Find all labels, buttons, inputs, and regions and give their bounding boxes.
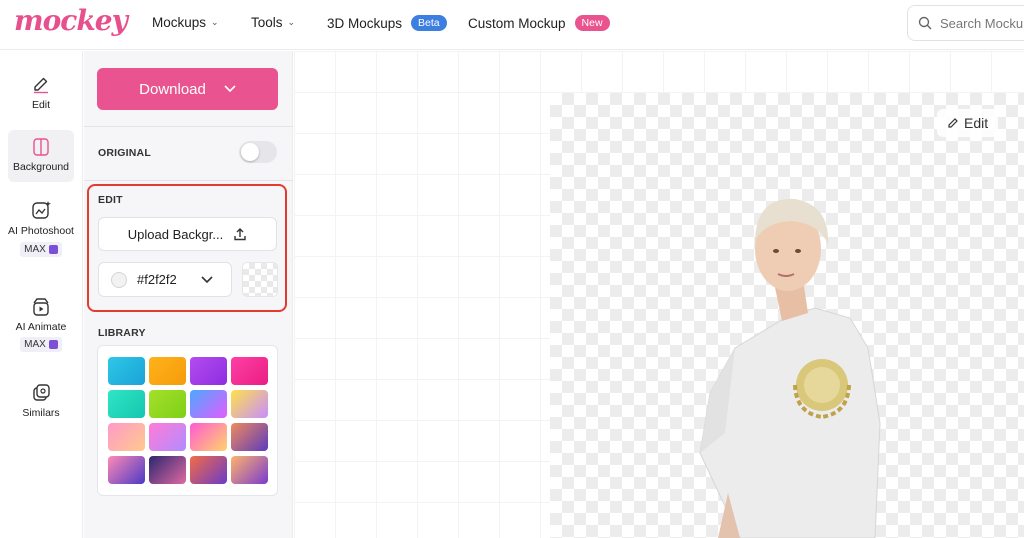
ai-animate-icon <box>33 298 49 316</box>
background-panel: Download ORIGINAL EDIT Upload Backgr... … <box>84 51 293 538</box>
max-badge: MAX <box>20 337 62 352</box>
library-tile-fluid-dark[interactable] <box>231 423 268 451</box>
nav-mockups-label: Mockups <box>152 15 207 30</box>
chevron-down-icon <box>224 85 236 93</box>
original-label: ORIGINAL <box>98 147 151 159</box>
nav-custom-mockup[interactable]: Custom Mockup New <box>468 15 610 31</box>
beta-badge: Beta <box>411 15 447 31</box>
rail-item-ai-photoshoot[interactable]: AI Photoshoot MAX <box>8 199 74 257</box>
mockup-artboard[interactable] <box>550 93 1024 538</box>
library-tile-pink-glitter[interactable] <box>231 357 268 385</box>
chevron-down-icon: ⌄ <box>211 17 219 27</box>
similars-icon <box>33 384 50 401</box>
max-badge: MAX <box>20 242 62 257</box>
divider <box>84 126 293 127</box>
nav-tools-label: Tools <box>251 15 283 30</box>
model-tshirt-image <box>699 198 881 538</box>
nav-tools[interactable]: Tools ⌄ <box>251 15 295 30</box>
nav-3d-mockups[interactable]: 3D Mockups Beta <box>327 15 447 31</box>
download-label: Download <box>139 80 206 98</box>
nav-3d-mockups-label: 3D Mockups <box>327 15 403 31</box>
library-tile-violet-gradient[interactable] <box>190 390 227 418</box>
chevron-down-icon <box>201 275 213 283</box>
rail-item-label: AI Photoshoot <box>8 225 74 237</box>
ai-photoshoot-icon <box>32 201 51 219</box>
library-tile-cyan-glitter[interactable] <box>108 357 145 385</box>
rail-item-label: Background <box>12 161 70 173</box>
edit-image-button[interactable]: Edit <box>937 109 999 137</box>
library-tile-yellow-blur[interactable] <box>231 390 268 418</box>
library-tile-fluid-navy[interactable] <box>149 456 186 484</box>
toggle-knob <box>241 143 259 161</box>
mockey-logo[interactable]: mockey <box>14 4 128 37</box>
rail-item-edit[interactable]: Edit <box>8 75 74 111</box>
library-tile-magenta-blur[interactable] <box>190 423 227 451</box>
background-color-select[interactable]: #f2f2f2 <box>98 262 232 297</box>
upload-label: Upload Backgr... <box>127 226 224 242</box>
rail-item-label: AI Animate <box>15 321 67 333</box>
pencil-icon <box>948 118 958 128</box>
library-tile-fluid-sunset[interactable] <box>190 456 227 484</box>
edit-chip-label: Edit <box>964 115 989 131</box>
library-label: LIBRARY <box>98 327 146 339</box>
top-bar: mockey Mockups ⌄ Tools ⌄ 3D Mockups Beta… <box>0 0 1024 50</box>
canvas-area: Edit <box>294 51 1024 538</box>
nav-custom-mockup-label: Custom Mockup <box>468 15 566 31</box>
library-tile-lime-glitter[interactable] <box>149 390 186 418</box>
library-tile-fluid-purple[interactable] <box>108 456 145 484</box>
color-value: #f2f2f2 <box>137 272 177 287</box>
original-toggle[interactable] <box>239 141 277 163</box>
library-tile-fluid-orange[interactable] <box>231 456 268 484</box>
search-icon <box>918 16 932 30</box>
nav-mockups[interactable]: Mockups ⌄ <box>152 15 219 30</box>
edit-label: EDIT <box>98 194 123 206</box>
library-tile-purple-glitter[interactable] <box>190 357 227 385</box>
color-swatch <box>111 271 127 288</box>
rail-item-background[interactable]: Background <box>8 130 74 182</box>
download-button[interactable]: Download <box>97 68 278 110</box>
search-placeholder: Search Mockup <box>940 15 1024 31</box>
transparent-background-swatch[interactable] <box>242 262 278 297</box>
rail-item-label: Similars <box>22 407 60 419</box>
chevron-down-icon: ⌄ <box>287 17 296 27</box>
tool-rail: Edit Background AI Photoshoot MAX AI Ani… <box>0 51 83 538</box>
library-tile-pink-blur[interactable] <box>149 423 186 451</box>
new-badge: New <box>574 15 610 31</box>
library-tile-orange-glitter[interactable] <box>149 357 186 385</box>
background-library <box>97 345 278 496</box>
pencil-icon <box>34 77 48 94</box>
rail-item-label: Edit <box>31 99 51 111</box>
library-tile-peach-blur[interactable] <box>108 423 145 451</box>
search-input[interactable]: Search Mockup <box>907 5 1024 41</box>
library-tile-teal-glitter[interactable] <box>108 390 145 418</box>
background-icon <box>33 138 49 156</box>
rail-item-ai-animate[interactable]: AI Animate MAX <box>8 297 74 352</box>
rail-item-similars[interactable]: Similars <box>8 383 74 419</box>
upload-background-button[interactable]: Upload Backgr... <box>98 217 277 251</box>
divider <box>84 180 293 181</box>
upload-icon <box>234 228 246 241</box>
